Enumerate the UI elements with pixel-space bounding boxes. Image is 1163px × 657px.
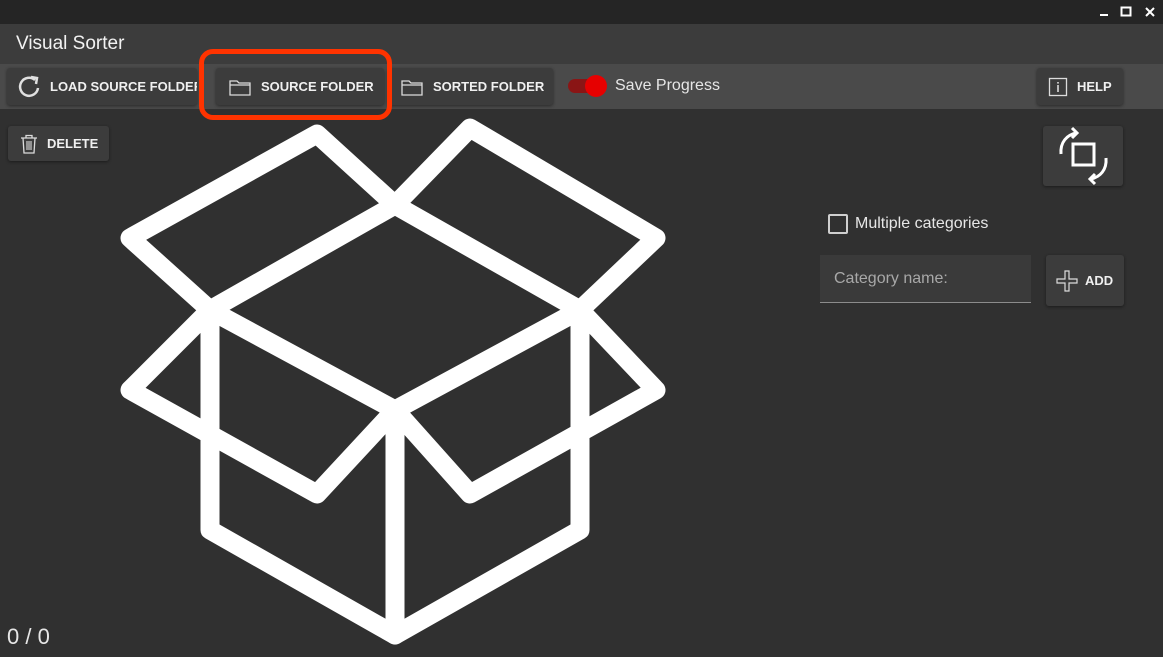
sorted-folder-label: SORTED FOLDER [433, 79, 545, 94]
folder-icon [401, 79, 423, 96]
save-progress-toggle[interactable] [568, 75, 608, 97]
open-box-icon [120, 118, 666, 645]
delete-label: DELETE [47, 136, 99, 151]
close-button[interactable] [1140, 2, 1160, 22]
delete-button[interactable]: DELETE [8, 126, 109, 161]
add-label: ADD [1085, 273, 1114, 288]
info-icon [1048, 77, 1068, 96]
trash-icon [21, 134, 37, 154]
image-counter: 0 / 0 [7, 624, 50, 649]
save-progress-label: Save Progress [615, 77, 720, 94]
help-button[interactable]: HELP [1037, 68, 1123, 105]
window-titlebar [0, 0, 1163, 24]
maximize-button[interactable] [1116, 2, 1136, 22]
load-source-folder-label: LOAD SOURCE FOLDER [50, 79, 197, 94]
maximize-icon [1120, 6, 1132, 17]
help-label: HELP [1077, 79, 1112, 94]
refresh-icon [18, 75, 40, 97]
toggle-knob [585, 75, 607, 97]
multiple-categories-checkbox[interactable] [828, 214, 848, 234]
load-source-folder-button[interactable]: LOAD SOURCE FOLDER [7, 68, 197, 105]
rotate-button[interactable] [1043, 126, 1123, 186]
close-icon [1145, 7, 1155, 17]
multiple-categories-label: Multiple categories [855, 215, 989, 232]
sorted-folder-button[interactable]: SORTED FOLDER [388, 68, 553, 105]
add-category-button[interactable]: ADD [1046, 255, 1124, 306]
minimize-icon [1100, 14, 1108, 16]
plus-icon [1056, 269, 1078, 292]
minimize-button[interactable] [1094, 2, 1114, 22]
app-title: Visual Sorter [16, 33, 125, 54]
app-header: Visual Sorter [0, 24, 1163, 64]
rotate-icon [1059, 126, 1108, 186]
category-name-input[interactable] [820, 255, 1031, 303]
